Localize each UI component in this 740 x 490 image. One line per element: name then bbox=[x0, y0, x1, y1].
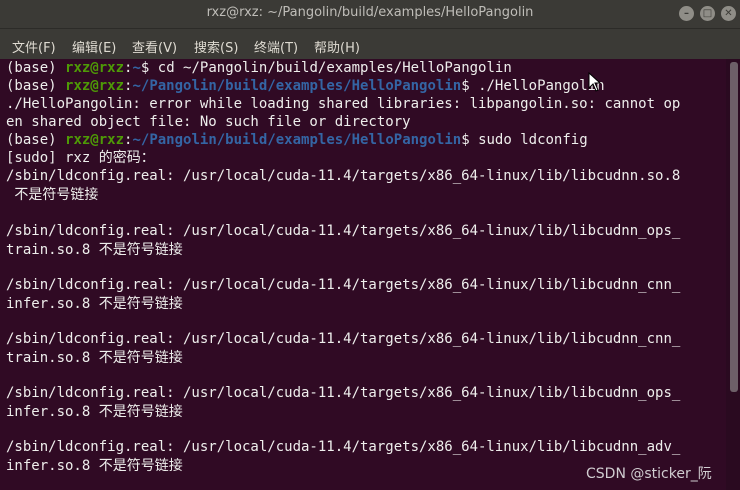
prompt-dollar: $ bbox=[461, 78, 479, 94]
scrollbar-thumb[interactable] bbox=[730, 62, 738, 392]
menu-help[interactable]: 帮助(H) bbox=[314, 37, 360, 56]
terminal-line: (base) rxz@rxz:~/Pangolin/build/examples… bbox=[6, 131, 588, 149]
menu-edit[interactable]: 编辑(E) bbox=[72, 37, 116, 56]
close-button[interactable]: ✕ bbox=[721, 6, 736, 21]
menu-search[interactable]: 搜索(S) bbox=[194, 37, 238, 56]
sudo-password-prompt: [sudo] rxz 的密码： bbox=[6, 150, 155, 166]
output-line: /sbin/ldconfig.real: /usr/local/cuda-11.… bbox=[6, 168, 681, 184]
command-text: ./HelloPangolin bbox=[478, 78, 605, 94]
command-text: cd ~/Pangolin/build/examples/HelloPangol… bbox=[157, 60, 512, 76]
output-line: /sbin/ldconfig.real: /usr/local/cuda-11.… bbox=[6, 331, 681, 347]
output-line: infer.so.8 不是符号链接 bbox=[6, 404, 183, 420]
output-line: /sbin/ldconfig.real: /usr/local/cuda-11.… bbox=[6, 277, 681, 293]
error-line: ./HelloPangolin: error while loading sha… bbox=[6, 96, 681, 112]
maximize-button[interactable]: □ bbox=[700, 6, 715, 21]
terminal-line: (base) rxz@rxz:~$ cd ~/Pangolin/build/ex… bbox=[6, 59, 512, 77]
prompt-user: rxz@rxz bbox=[65, 60, 125, 76]
menu-bar: 文件(F) 编辑(E) 查看(V) 搜索(S) 终端(T) 帮助(H) bbox=[0, 28, 740, 59]
minimize-button[interactable]: – bbox=[679, 6, 694, 21]
prompt-dollar: $ bbox=[461, 132, 479, 148]
window-title: rxz@rxz: ~/Pangolin/build/examples/Hello… bbox=[206, 5, 534, 20]
menu-view[interactable]: 查看(V) bbox=[132, 37, 177, 56]
prompt-path: ~/Pangolin/build/examples/HelloPangolin bbox=[132, 78, 462, 94]
menu-file[interactable]: 文件(F) bbox=[12, 37, 56, 56]
output-line: infer.so.8 不是符号链接 bbox=[6, 296, 183, 312]
prompt-path: ~/Pangolin/build/examples/HelloPangolin bbox=[132, 132, 462, 148]
output-line: infer.so.8 不是符号链接 bbox=[6, 458, 183, 474]
output-line: /sbin/ldconfig.real: /usr/local/cuda-11.… bbox=[6, 439, 681, 455]
prompt-user: rxz@rxz bbox=[65, 132, 125, 148]
output-line: train.so.8 不是符号链接 bbox=[6, 242, 183, 258]
output-line: /sbin/ldconfig.real: /usr/local/cuda-11.… bbox=[6, 223, 681, 239]
output-line: 不是符号链接 bbox=[6, 187, 99, 203]
title-bar[interactable]: rxz@rxz: ~/Pangolin/build/examples/Hello… bbox=[0, 0, 740, 28]
prompt-base: (base) bbox=[6, 60, 66, 76]
output-line: train.so.8 不是符号链接 bbox=[6, 350, 183, 366]
terminal-window: rxz@rxz: ~/Pangolin/build/examples/Hello… bbox=[0, 0, 740, 490]
terminal-output[interactable]: (base) rxz@rxz:~$ cd ~/Pangolin/build/ex… bbox=[0, 59, 726, 490]
output-line: /sbin/ldconfig.real: /usr/local/cuda-11.… bbox=[6, 385, 681, 401]
prompt-dollar: $ bbox=[140, 60, 158, 76]
mouse-pointer-icon bbox=[588, 72, 602, 92]
prompt-base: (base) bbox=[6, 132, 66, 148]
menu-terminal[interactable]: 终端(T) bbox=[254, 37, 298, 56]
prompt-user: rxz@rxz bbox=[65, 78, 125, 94]
prompt-home: ~ bbox=[132, 60, 141, 76]
csdn-watermark: CSDN @sticker_阮 bbox=[586, 466, 712, 482]
terminal-line: (base) rxz@rxz:~/Pangolin/build/examples… bbox=[6, 77, 605, 95]
error-line: en shared object file: No such file or d… bbox=[6, 114, 411, 130]
command-text: sudo ldconfig bbox=[478, 132, 588, 148]
prompt-base: (base) bbox=[6, 78, 66, 94]
